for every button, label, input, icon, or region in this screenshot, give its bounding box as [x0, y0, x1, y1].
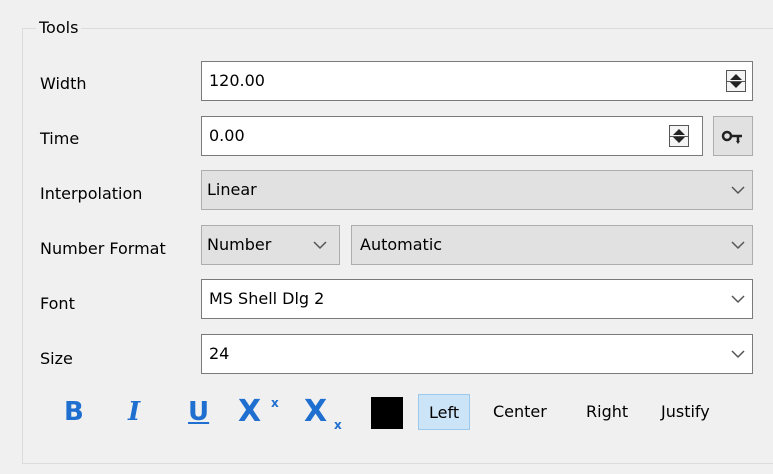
- size-value[interactable]: 24: [209, 344, 229, 364]
- group-title: Tools: [36, 18, 82, 38]
- text-color-swatch[interactable]: [371, 397, 403, 429]
- number-format-type-dropdown[interactable]: Number: [201, 225, 340, 265]
- number-format-label: Number Format: [40, 239, 166, 258]
- width-value[interactable]: 120.00: [209, 71, 265, 91]
- superscript-base: X: [238, 394, 262, 429]
- size-combobox[interactable]: 24: [201, 334, 753, 374]
- chevron-down-icon: [313, 241, 327, 250]
- superscript-button[interactable]: Xx: [238, 394, 284, 430]
- number-format-mode-dropdown[interactable]: Automatic: [351, 225, 753, 265]
- number-format-mode-value: Automatic: [360, 235, 443, 254]
- align-left-button[interactable]: Left: [418, 394, 471, 430]
- superscript-mark: x: [271, 396, 279, 410]
- subscript-button[interactable]: Xx: [304, 394, 350, 432]
- time-value[interactable]: 0.00: [209, 126, 245, 146]
- font-combobox[interactable]: MS Shell Dlg 2: [201, 279, 753, 319]
- chevron-down-icon: [731, 186, 745, 195]
- align-center-button[interactable]: Center: [493, 394, 547, 430]
- interpolation-value: Linear: [207, 180, 257, 199]
- width-spin-arrows-icon[interactable]: [726, 70, 746, 92]
- width-spinbox[interactable]: 120.00: [201, 61, 753, 101]
- set-key-button[interactable]: [713, 116, 753, 156]
- time-label: Time: [40, 129, 80, 148]
- interpolation-label: Interpolation: [40, 184, 143, 203]
- interpolation-dropdown[interactable]: Linear: [201, 170, 753, 210]
- subscript-base: X: [304, 394, 328, 429]
- font-value[interactable]: MS Shell Dlg 2: [209, 289, 324, 309]
- width-label: Width: [40, 74, 87, 93]
- number-format-type-value: Number: [207, 235, 272, 254]
- align-right-button[interactable]: Right: [586, 394, 628, 430]
- time-spin-arrows-icon[interactable]: [669, 125, 689, 147]
- chevron-down-icon[interactable]: [730, 292, 746, 306]
- size-label: Size: [40, 349, 73, 368]
- chevron-down-icon: [731, 241, 745, 250]
- subscript-mark: x: [334, 418, 342, 432]
- underline-button[interactable]: U: [188, 394, 209, 430]
- bold-button[interactable]: B: [64, 394, 84, 430]
- italic-button[interactable]: I: [128, 394, 140, 430]
- key-icon: [721, 130, 742, 144]
- align-justify-button[interactable]: Justify: [661, 394, 710, 430]
- time-spinbox[interactable]: 0.00: [201, 116, 703, 156]
- font-label: Font: [40, 294, 75, 313]
- chevron-down-icon[interactable]: [730, 347, 746, 361]
